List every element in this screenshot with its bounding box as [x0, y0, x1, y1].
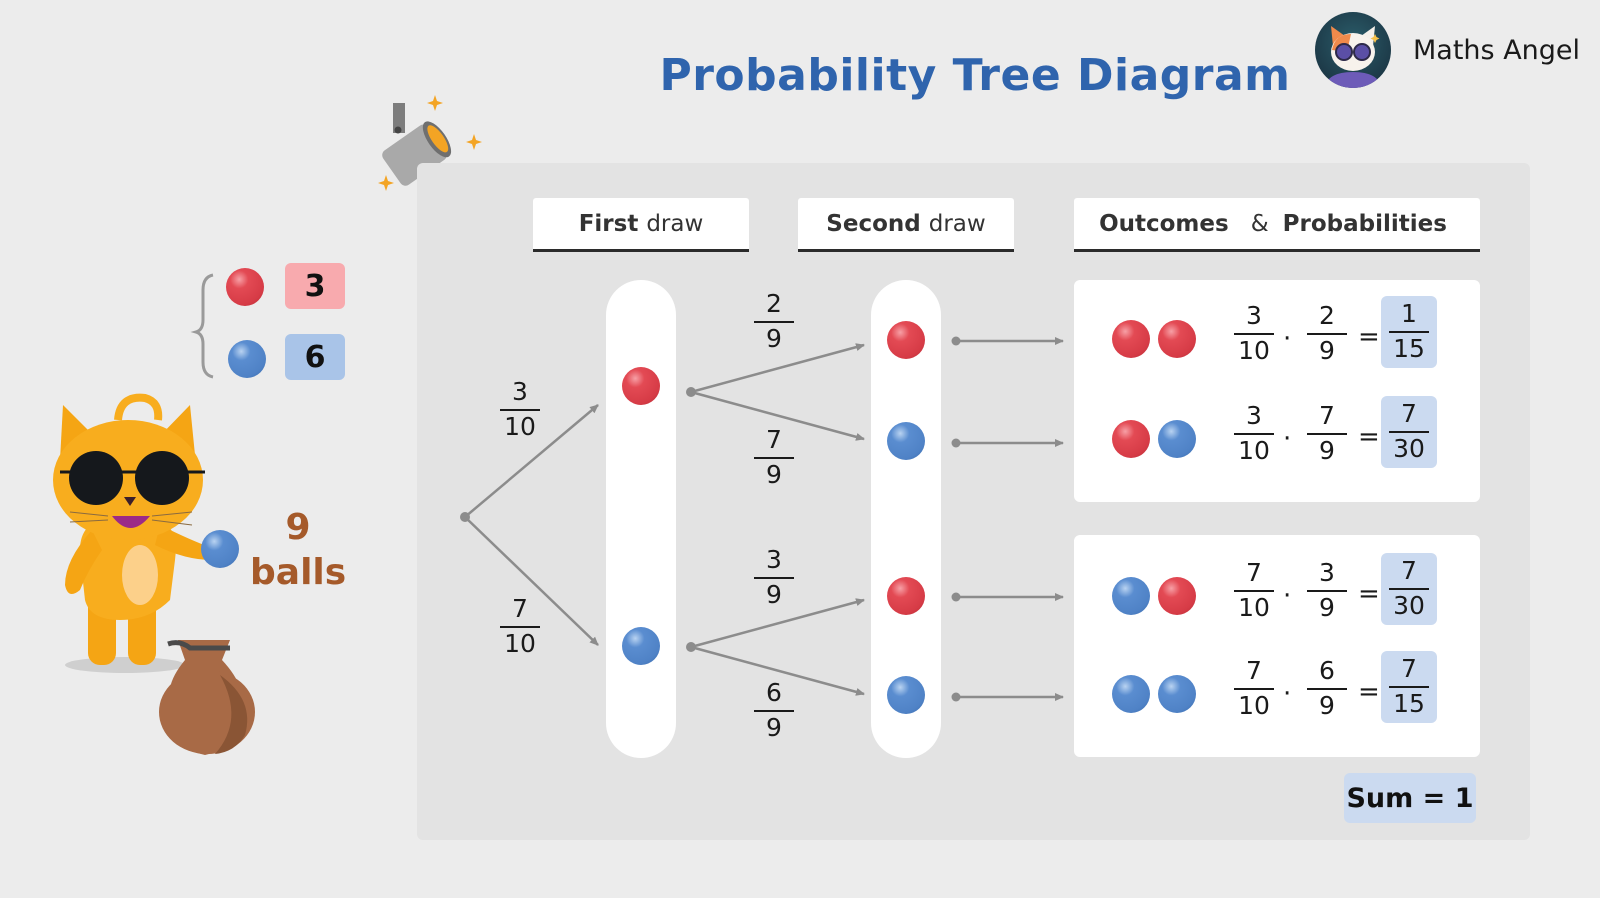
denominator: 15 [1393, 688, 1425, 718]
outcomes-box-blue-first: 7 10 · 39 = 7 30 7 10 · 69 = 7 15 [1074, 535, 1480, 757]
times-operator: · [1283, 324, 1292, 354]
numerator: 2 [766, 289, 782, 318]
header-outcomes-bold: Outcomes [1099, 210, 1229, 237]
factor-b: 79 [1307, 401, 1347, 466]
first-draw-red-ball [622, 367, 660, 405]
outcome-ball-2 [1158, 320, 1196, 358]
outcomes-box-red-first: 3 10 · 29 = 1 15 3 10 · 79 = 7 30 [1074, 280, 1480, 502]
arrow-start-dot [951, 592, 961, 602]
numerator: 2 [1319, 301, 1335, 330]
numerator: 7 [1246, 558, 1262, 587]
numerator: 7 [1319, 401, 1335, 430]
denominator: 9 [766, 579, 782, 609]
denominator: 9 [766, 459, 782, 489]
header-probabilities-bold: Probabilities [1282, 210, 1447, 237]
outcome-probability: 7 30 [1381, 396, 1437, 468]
prob-blue-then-red: 39 [754, 545, 794, 610]
factor-b: 69 [1307, 656, 1347, 721]
numerator: 7 [1246, 656, 1262, 685]
node-blue [686, 642, 696, 652]
factor-b: 29 [1307, 301, 1347, 366]
denominator: 10 [1238, 435, 1270, 465]
denominator: 10 [1238, 335, 1270, 365]
numerator: 3 [1246, 301, 1262, 330]
outcome-probability: 7 15 [1381, 651, 1437, 723]
numerator: 3 [766, 545, 782, 574]
node-red [686, 387, 696, 397]
times-operator: · [1283, 679, 1292, 709]
outcome-ball-2 [1158, 675, 1196, 713]
factor-b: 39 [1307, 558, 1347, 623]
first-draw-blue-ball [622, 627, 660, 665]
denominator: 30 [1393, 433, 1425, 463]
brand-name: Maths Angel [1413, 34, 1581, 66]
root-node [460, 512, 470, 522]
numerator: 6 [766, 678, 782, 707]
header-ampersand: & [1250, 210, 1269, 237]
equals-operator: = [1358, 422, 1380, 452]
numerator: 7 [1401, 556, 1417, 585]
cat-logo-icon [1315, 12, 1391, 88]
times-operator: · [1283, 581, 1292, 611]
equals-operator: = [1358, 322, 1380, 352]
outcome-row: 7 10 · 39 = 7 30 [1074, 553, 1480, 643]
factor-a: 3 10 [1234, 401, 1274, 466]
sum-badge: Sum = 1 [1344, 773, 1476, 823]
numerator: 3 [1246, 401, 1262, 430]
arrow-start-dot [951, 336, 961, 346]
outcome-row: 3 10 · 29 = 1 15 [1074, 296, 1480, 386]
outcome-probability: 7 30 [1381, 553, 1437, 625]
outcome-row: 7 10 · 69 = 7 15 [1074, 651, 1480, 741]
denominator: 10 [1238, 592, 1270, 622]
denominator: 9 [766, 323, 782, 353]
numerator: 7 [1401, 399, 1417, 428]
outcome-row: 3 10 · 79 = 7 30 [1074, 396, 1480, 486]
denominator: 30 [1393, 590, 1425, 620]
denominator: 9 [1319, 592, 1335, 622]
numerator: 6 [1319, 656, 1335, 685]
second-draw-red-ball [887, 577, 925, 615]
header-outcomes: Outcomes & Probabilities [1074, 198, 1480, 252]
denominator: 9 [766, 712, 782, 742]
denominator: 10 [504, 411, 536, 441]
denominator: 10 [504, 628, 536, 658]
factor-a: 3 10 [1234, 301, 1274, 366]
outcome-ball-1 [1112, 675, 1150, 713]
numerator: 3 [1319, 558, 1335, 587]
numerator: 7 [512, 594, 528, 623]
numerator: 7 [1401, 654, 1417, 683]
denominator: 9 [1319, 435, 1335, 465]
times-operator: · [1283, 424, 1292, 454]
prob-blue-then-blue: 69 [754, 678, 794, 743]
outcome-ball-2 [1158, 420, 1196, 458]
outcome-ball-1 [1112, 577, 1150, 615]
second-draw-blue-ball [887, 676, 925, 714]
arrow-start-dot [951, 692, 961, 702]
arrow-start-dot [951, 438, 961, 448]
prob-red-then-red: 29 [754, 289, 794, 354]
numerator: 3 [512, 377, 528, 406]
factor-a: 7 10 [1234, 558, 1274, 623]
prob-first-blue: 7 10 [500, 594, 540, 659]
factor-a: 7 10 [1234, 656, 1274, 721]
prob-red-then-blue: 79 [754, 425, 794, 490]
outcome-ball-1 [1112, 420, 1150, 458]
equals-operator: = [1358, 579, 1380, 609]
outcome-ball-1 [1112, 320, 1150, 358]
second-draw-red-ball [887, 321, 925, 359]
tree-branches [460, 336, 1064, 702]
outcome-ball-2 [1158, 577, 1196, 615]
numerator: 7 [766, 425, 782, 454]
prob-first-red: 3 10 [500, 377, 540, 442]
numerator: 1 [1401, 299, 1417, 328]
equals-operator: = [1358, 677, 1380, 707]
brand: Maths Angel [1315, 12, 1580, 88]
second-draw-blue-ball [887, 422, 925, 460]
outcome-probability: 1 15 [1381, 296, 1437, 368]
denominator: 15 [1393, 333, 1425, 363]
denominator: 9 [1319, 335, 1335, 365]
denominator: 10 [1238, 690, 1270, 720]
denominator: 9 [1319, 690, 1335, 720]
